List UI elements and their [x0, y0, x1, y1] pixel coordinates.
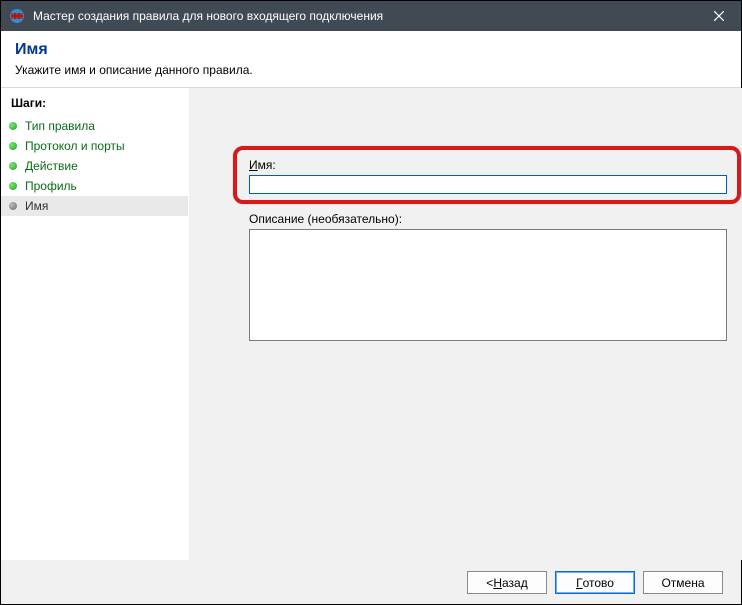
finish-button[interactable]: Готово — [555, 571, 635, 594]
bullet-icon — [9, 142, 17, 150]
step-action[interactable]: Действие — [1, 156, 188, 176]
name-label: Имя: — [249, 158, 727, 172]
step-label: Тип правила — [25, 119, 95, 133]
cancel-button[interactable]: Отмена — [643, 571, 723, 594]
firewall-icon — [9, 8, 25, 24]
titlebar: Мастер создания правила для нового входя… — [1, 1, 741, 31]
description-label: Описание (необязательно): — [249, 212, 727, 226]
step-rule-type[interactable]: Тип правила — [1, 116, 188, 136]
step-protocol-ports[interactable]: Протокол и порты — [1, 136, 188, 156]
page-subtitle: Укажите имя и описание данного правила. — [15, 63, 727, 77]
content-pane: Имя: Описание (необязательно): — [189, 88, 742, 560]
steps-sidebar: Шаги: Тип правила Протокол и порты Дейст… — [1, 88, 189, 560]
bullet-icon — [9, 162, 17, 170]
close-button[interactable] — [697, 1, 741, 31]
wizard-footer: < Назад Готово Отмена — [1, 560, 741, 604]
page-title: Имя — [15, 41, 727, 59]
back-button[interactable]: < Назад — [467, 571, 547, 594]
description-field-group: Описание (необязательно): — [249, 212, 727, 344]
wizard-body: Шаги: Тип правила Протокол и порты Дейст… — [1, 87, 741, 560]
name-field-group: Имя: — [249, 158, 727, 194]
bullet-icon — [9, 182, 17, 190]
description-input[interactable] — [249, 229, 727, 341]
step-label: Протокол и порты — [25, 139, 125, 153]
wizard-window: Мастер создания правила для нового входя… — [0, 0, 742, 605]
bullet-icon — [9, 202, 17, 210]
step-label: Действие — [25, 159, 78, 173]
window-title: Мастер создания правила для нового входя… — [33, 9, 383, 23]
steps-caption: Шаги: — [1, 92, 188, 116]
step-label: Профиль — [25, 179, 77, 193]
bullet-icon — [9, 122, 17, 130]
name-input[interactable] — [249, 175, 727, 194]
step-label: Имя — [25, 199, 48, 213]
step-name[interactable]: Имя — [1, 196, 188, 216]
wizard-header: Имя Укажите имя и описание данного прави… — [1, 31, 741, 87]
step-profile[interactable]: Профиль — [1, 176, 188, 196]
